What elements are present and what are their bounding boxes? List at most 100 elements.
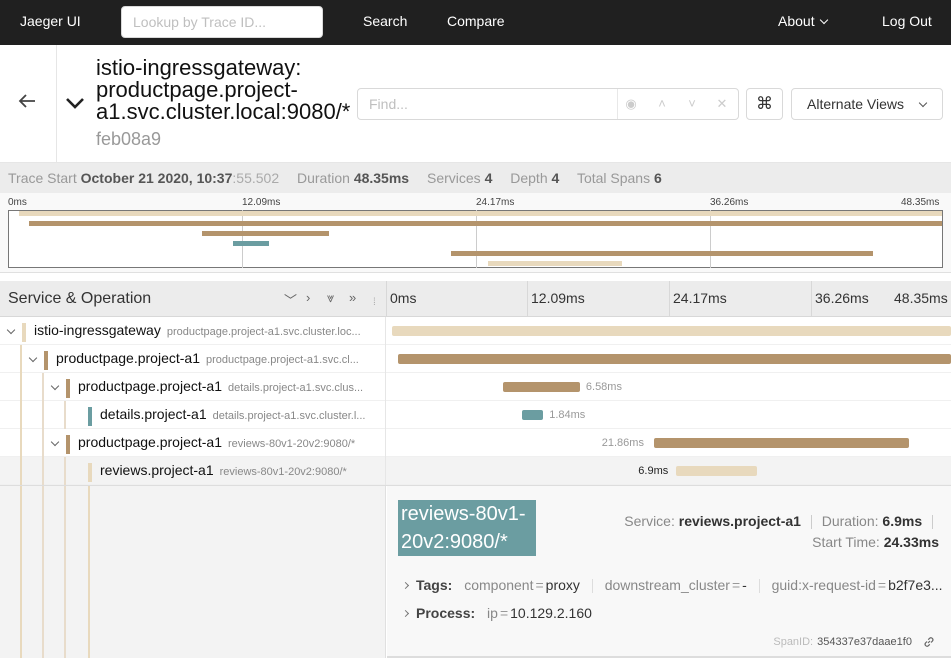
tag-item: component = proxy	[464, 577, 580, 593]
span-bar[interactable]	[676, 466, 757, 476]
span-row[interactable]: reviews.project-a1 reviews-80v1-20v2:9080…	[0, 457, 951, 485]
span-duration-label: 1.84ms	[549, 409, 586, 421]
service-name-text: productpage.project-a1	[56, 350, 200, 366]
detail-service-duration: Service: reviews.project-a1 Duration: 6.…	[624, 513, 939, 530]
brand-link[interactable]: Jaeger UI	[20, 13, 81, 29]
span-name-cell[interactable]: istio-ingressgateway productpage.project-…	[0, 317, 386, 345]
tree-guide-line	[64, 457, 66, 485]
trace-summary: Trace Start October 21 2020, 10:37:55.50…	[0, 163, 951, 193]
span-name-cell[interactable]: productpage.project-a1 details.project-a1…	[0, 373, 386, 401]
trace-total-spans: Total Spans 6	[577, 170, 662, 186]
tag-key: component	[464, 577, 534, 593]
tree-guide-line	[42, 457, 44, 485]
detail-service-label: Service:	[624, 513, 675, 529]
minimap-span-bar	[202, 231, 330, 236]
tree-guide-line	[42, 373, 44, 401]
nav-logout-link[interactable]: Log Out	[882, 13, 932, 29]
process-value: 10.129.2.160	[510, 605, 592, 621]
expand-chevron-icon[interactable]	[50, 437, 60, 447]
minimap-tick: 0ms	[8, 197, 27, 208]
nav-compare-link[interactable]: Compare	[447, 13, 505, 29]
expand-chevron-icon[interactable]	[6, 325, 16, 335]
span-label-clip: productpage.project-a1 reviews-80v1-20v2:…	[78, 429, 380, 457]
meta-separator	[810, 515, 812, 530]
minimap-gridline	[710, 210, 711, 268]
operation-name-text: productpage.project-a1.svc.cluster.loc..…	[166, 326, 361, 338]
meta-separator	[932, 515, 933, 530]
span-detail-panel: reviews-80v1-20v2:9080/* Service: review…	[0, 485, 951, 662]
span-bar[interactable]	[503, 382, 580, 392]
span-row[interactable]: details.project-a1 details.project-a1.svc…	[0, 401, 951, 429]
tag-item: guid:x-request-id = b2f7e3...	[771, 577, 943, 593]
timeline-gridline	[527, 281, 528, 317]
service-name-text: reviews.project-a1	[100, 462, 214, 478]
collapse-chevron-icon[interactable]	[64, 95, 86, 111]
service-operation-column-title: Service & Operation	[8, 290, 152, 307]
collapse-one-icon[interactable]: ﹀	[284, 290, 297, 309]
span-name-cell[interactable]: reviews.project-a1 reviews-80v1-20v2:9080…	[0, 457, 386, 485]
operation-name-text: details.project-a1.svc.clus...	[228, 382, 364, 394]
tree-guide-line	[64, 486, 66, 658]
span-row[interactable]: productpage.project-a1 reviews-80v1-20v2:…	[0, 429, 951, 457]
trace-id-lookup-input[interactable]	[121, 6, 323, 38]
timeline-tick: 12.09ms	[531, 290, 585, 306]
span-name-cell[interactable]: productpage.project-a1 reviews-80v1-20v2:…	[0, 429, 386, 457]
process-key: ip	[487, 605, 498, 621]
span-row[interactable]: istio-ingressgateway productpage.project-…	[0, 317, 951, 345]
column-divider	[386, 281, 387, 317]
services-label: Services	[426, 170, 481, 186]
detail-start-value: 24.33ms	[883, 534, 939, 550]
detail-tags-row[interactable]: Tags: component = proxy downstream_cluster…	[401, 577, 943, 594]
top-nav: Jaeger UI Search Compare About Log Out	[0, 0, 951, 45]
prev-result-icon[interactable]: ˄	[654, 96, 670, 112]
find-box: ◉ ˄ ˅ ✕	[357, 88, 739, 120]
expand-process-icon	[401, 609, 410, 618]
span-service-name: reviews.project-a1 reviews-80v1-20v2:9080…	[100, 462, 347, 478]
process-label: Process:	[416, 605, 476, 621]
span-name-cell[interactable]: productpage.project-a1 productpage.projec…	[0, 345, 386, 373]
minimap-span-bar	[233, 241, 269, 246]
trace-start-secs: :55.502	[232, 170, 280, 186]
nav-about-menu[interactable]: About	[778, 13, 828, 29]
expand-all-icon[interactable]: »	[349, 290, 356, 305]
back-arrow-icon[interactable]	[17, 93, 37, 109]
operation-name-text: reviews-80v1-20v2:9080/*	[219, 466, 347, 478]
service-name-text: productpage.project-a1	[78, 378, 222, 394]
span-bar[interactable]	[397, 354, 951, 364]
span-bar[interactable]	[392, 326, 951, 336]
header-divider	[56, 45, 57, 163]
span-label-clip: productpage.project-a1 details.project-a1…	[78, 373, 380, 401]
expand-one-icon[interactable]: ›	[306, 290, 310, 305]
span-row[interactable]: productpage.project-a1 productpage.projec…	[0, 345, 951, 373]
column-resizer-handle[interactable]: ⁞	[373, 297, 376, 308]
service-color-swatch	[88, 463, 92, 482]
minimap-span-bar	[28, 221, 942, 226]
keyboard-shortcuts-button[interactable]: ⌘	[746, 88, 783, 120]
span-row[interactable]: productpage.project-a1 details.project-a1…	[0, 373, 951, 401]
tree-guide-line	[20, 486, 22, 658]
span-duration-label: 6.9ms	[638, 465, 669, 477]
clear-search-icon[interactable]: ✕	[714, 96, 730, 112]
collapse-all-icon[interactable]: ⩔	[327, 290, 334, 306]
alternate-views-dropdown[interactable]: Alternate Views	[791, 88, 943, 120]
find-input[interactable]	[358, 89, 616, 119]
tree-guide-line	[42, 486, 44, 658]
span-label-clip: productpage.project-a1 productpage.projec…	[56, 345, 380, 373]
expand-chevron-icon[interactable]	[28, 353, 38, 363]
operation-name-text: productpage.project-a1.svc.cl...	[206, 354, 359, 366]
locate-icon[interactable]: ◉	[623, 96, 639, 112]
span-bar[interactable]	[521, 410, 544, 420]
copy-link-icon[interactable]	[923, 636, 935, 648]
tree-guide-line	[64, 401, 66, 429]
expand-chevron-icon[interactable]	[50, 381, 60, 391]
span-name-cell[interactable]: details.project-a1 details.project-a1.svc…	[0, 401, 386, 429]
total-spans-label: Total Spans	[576, 170, 651, 186]
nav-search-link[interactable]: Search	[363, 13, 407, 29]
total-spans-value: 6	[654, 170, 662, 186]
detail-operation-title: reviews-80v1-20v2:9080/*	[398, 500, 536, 556]
trace-minimap[interactable]: 0ms 12.09ms 24.17ms 36.26ms 48.35ms	[0, 193, 951, 273]
trace-title: istio-ingressgateway: productpage.projec…	[96, 55, 351, 124]
span-bar[interactable]	[653, 438, 910, 448]
next-result-icon[interactable]: ˅	[684, 96, 700, 112]
detail-process-row[interactable]: Process: ip = 10.129.2.160	[401, 605, 592, 621]
